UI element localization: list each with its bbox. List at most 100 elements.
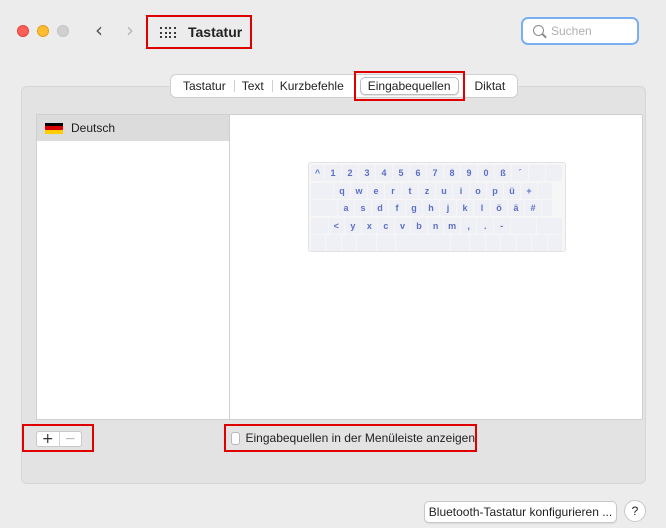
keyboard-key: 8	[444, 165, 460, 181]
search-input[interactable]	[551, 22, 631, 40]
chevron-left-icon[interactable]: ‹	[89, 20, 109, 42]
add-remove-highlight: + −	[22, 424, 94, 452]
keyboard-key: i	[453, 182, 469, 199]
keyboard-key	[542, 200, 552, 216]
keyboard-key: p	[487, 182, 503, 199]
search-field[interactable]	[521, 17, 639, 45]
keyboard-key: ü	[504, 182, 520, 199]
keyboard-key: 5	[393, 165, 409, 181]
configure-bluetooth-keyboard-button[interactable]: Bluetooth-Tastatur konfigurieren ...	[424, 501, 617, 523]
keyboard-key: o	[470, 182, 486, 199]
zoom-window-button[interactable]	[57, 25, 69, 37]
tab-text[interactable]: Text	[233, 76, 272, 96]
keyboard-key	[311, 217, 328, 234]
keyboard-key	[311, 182, 333, 199]
chevron-right-icon[interactable]: ›	[120, 20, 140, 42]
tab-bar: Tastatur Text Kurzbefehle Eingabequellen…	[170, 71, 519, 101]
keyboard-key	[485, 235, 501, 251]
keyboard-key	[529, 165, 545, 181]
keyboard-key: m	[444, 217, 460, 234]
keyboard-key	[450, 235, 470, 251]
keyboard-key: c	[378, 217, 394, 234]
minimize-window-button[interactable]	[37, 25, 49, 37]
keyboard-key: -	[493, 217, 510, 234]
keyboard-key: ´	[512, 165, 528, 181]
window-titlebar: ‹ › Tastatur	[0, 0, 666, 58]
add-input-source-button[interactable]: +	[37, 432, 60, 446]
keyboard-key: ö	[491, 200, 507, 216]
keyboard-layout-preview: ^ 1 2 3 4 5 6 7 8 9 0 ß ´ q w e r t z u i o p ü + a s d f g h j k l ö ä # < y x…	[308, 162, 566, 252]
keyboard-key: ,	[460, 217, 477, 234]
keyboard-key: y	[345, 217, 361, 234]
keyboard-key	[538, 182, 552, 199]
keyboard-key	[501, 235, 516, 251]
keyboard-key	[510, 217, 536, 234]
tab-diktat[interactable]: Diktat	[467, 76, 514, 96]
keyboard-key	[326, 235, 341, 251]
show-in-menu-bar-checkbox[interactable]	[231, 431, 240, 445]
keyboard-key	[532, 235, 547, 251]
keyboard-row: a s d f g h j k l ö ä #	[311, 200, 563, 217]
window-title: Tastatur	[188, 24, 243, 40]
list-item[interactable]: Deutsch	[37, 115, 229, 141]
keyboard-key: ä	[508, 200, 524, 216]
keyboard-key	[536, 217, 563, 234]
keyboard-key	[376, 235, 395, 251]
show-in-menu-bar-option[interactable]: Eingabequellen in der Menüleiste anzeige…	[224, 424, 477, 452]
keyboard-key	[311, 235, 326, 251]
keyboard-key	[547, 235, 562, 251]
keyboard-row: ^ 1 2 3 4 5 6 7 8 9 0 ß ´	[311, 165, 563, 182]
keyboard-key: 4	[376, 165, 392, 181]
keyboard-key: t	[402, 182, 418, 199]
keyboard-row	[311, 235, 563, 252]
keyboard-key: ß	[495, 165, 511, 181]
keyboard-key: e	[368, 182, 384, 199]
remove-input-source-button[interactable]: −	[60, 432, 82, 446]
keyboard-key: 2	[342, 165, 358, 181]
keyboard-row: q w e r t z u i o p ü +	[311, 182, 563, 200]
title-highlight: Tastatur	[146, 15, 252, 49]
keyboard-key: w	[351, 182, 367, 199]
keyboard-key: a	[338, 200, 354, 216]
keyboard-key: b	[411, 217, 427, 234]
keyboard-key: 0	[478, 165, 494, 181]
keyboard-key: u	[436, 182, 452, 199]
keyboard-key	[470, 235, 485, 251]
keyboard-key: s	[355, 200, 371, 216]
keyboard-key: d	[372, 200, 388, 216]
input-source-list[interactable]: Deutsch	[36, 114, 230, 420]
keyboard-key: q	[334, 182, 350, 199]
keyboard-key: 1	[325, 165, 341, 181]
keyboard-key	[311, 200, 337, 216]
keyboard-key: l	[474, 200, 490, 216]
active-tab-highlight: Eingabequellen	[353, 71, 465, 101]
keyboard-preview-pane	[230, 114, 643, 420]
list-item-label: Deutsch	[71, 121, 116, 135]
keyboard-key	[546, 165, 562, 181]
keyboard-key: g	[406, 200, 422, 216]
keyboard-row: < y x c v b n m,. -	[311, 217, 563, 235]
close-window-button[interactable]	[17, 25, 29, 37]
keyboard-key: n	[427, 217, 444, 234]
keyboard-key: .	[477, 217, 493, 234]
keyboard-key: r	[385, 182, 401, 199]
tab-eingabequellen[interactable]: Eingabequellen	[359, 77, 459, 95]
help-button[interactable]: ?	[624, 500, 646, 522]
show-all-grid-icon[interactable]	[160, 27, 176, 38]
search-icon	[533, 25, 544, 36]
keyboard-key: j	[440, 200, 456, 216]
tab-tastatur[interactable]: Tastatur	[175, 76, 234, 96]
keyboard-key: 9	[461, 165, 477, 181]
keyboard-key: #	[525, 200, 541, 216]
tab-kurzbefehle[interactable]: Kurzbefehle	[271, 76, 352, 96]
keyboard-key	[341, 235, 357, 251]
keyboard-key: 6	[410, 165, 426, 181]
keyboard-key: k	[457, 200, 473, 216]
keyboard-key: 7	[427, 165, 443, 181]
keyboard-key: ^	[311, 165, 324, 181]
keyboard-key: f	[389, 200, 405, 216]
keyboard-key: +	[521, 182, 537, 199]
keyboard-key: <	[328, 217, 345, 234]
keyboard-key	[516, 235, 532, 251]
keyboard-key	[357, 235, 376, 251]
